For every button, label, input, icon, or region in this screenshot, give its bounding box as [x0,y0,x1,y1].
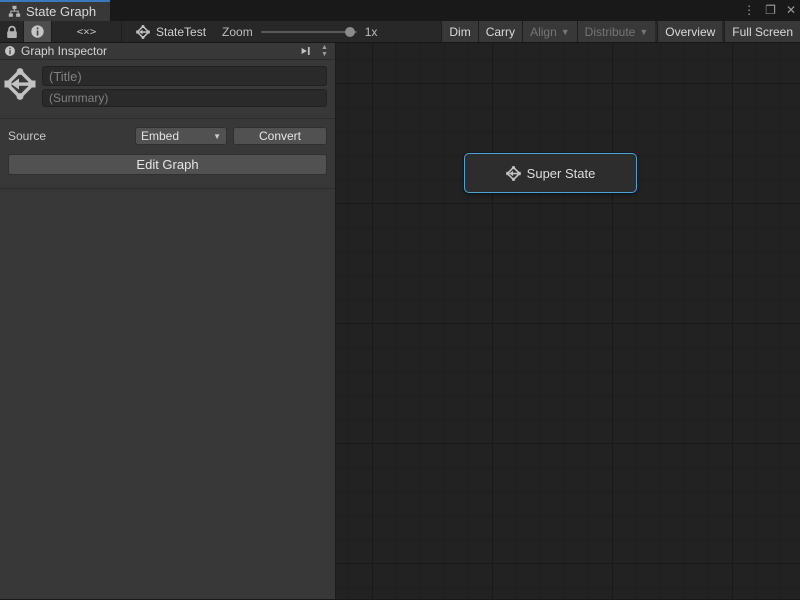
scroll-down-icon[interactable]: ▼ [318,51,331,58]
main-area: Graph Inspector ▲ ▼ Source Embed ▼ Conve… [0,43,800,599]
overview-button[interactable]: Overview [657,21,722,42]
state-icon [506,166,521,181]
state-graph-icon [136,25,150,39]
zoom-slider[interactable] [261,21,357,43]
window-controls: ⋮ ❐ ✕ [743,0,796,21]
zoom-control: Zoom 1x [216,21,383,42]
full-screen-button[interactable]: Full Screen [724,21,800,42]
chevron-down-icon: ▼ [639,27,648,37]
super-state-node[interactable]: Super State [464,153,637,193]
zoom-label: Zoom [222,25,253,39]
full-screen-label: Full Screen [732,25,793,39]
overview-label: Overview [665,25,715,39]
titlebar: State Graph ⋮ ❐ ✕ [0,0,800,21]
distribute-button[interactable]: Distribute ▼ [577,21,656,42]
code-icon: <×> [77,25,97,38]
edit-graph-label: Edit Graph [136,157,198,172]
zoom-value: 1x [365,25,378,39]
close-icon[interactable]: ✕ [786,0,796,21]
graph-inspector-panel: Graph Inspector ▲ ▼ Source Embed ▼ Conve… [0,43,336,599]
align-label: Align [530,25,557,39]
carry-button[interactable]: Carry [478,21,522,42]
graph-meta-section [0,60,335,111]
carry-label: Carry [486,25,515,39]
dim-button[interactable]: Dim [441,21,477,42]
graph-title-input[interactable] [42,66,327,86]
tab-state-graph[interactable]: State Graph [0,0,110,21]
state-graph-icon [4,68,36,100]
chevron-down-icon: ▼ [561,27,570,37]
graph-tab-icon [8,5,21,18]
align-button[interactable]: Align ▼ [522,21,577,42]
distribute-label: Distribute [585,25,636,39]
graph-canvas[interactable]: Super State [336,43,800,599]
lock-button[interactable] [0,21,24,42]
window-menu-icon[interactable]: ⋮ [743,0,755,21]
convert-label: Convert [259,129,301,143]
lock-icon [4,24,20,40]
edit-graph-button[interactable]: Edit Graph [8,154,327,175]
dim-label: Dim [449,25,470,39]
zoom-slider-knob[interactable] [345,27,355,37]
dock-icon[interactable] [299,44,313,58]
code-preview-button[interactable]: <×> [52,21,122,42]
inspector-header: Graph Inspector ▲ ▼ [0,43,335,60]
toolbar: <×> StateTest Zoom 1x Dim Carry Align ▼ … [0,21,800,43]
source-row: Source Embed ▼ Convert [0,119,335,145]
toolbar-spacer [383,21,441,42]
info-icon [30,24,45,39]
tab-label: State Graph [26,4,96,19]
graph-summary-input[interactable] [42,89,327,107]
scroll-up-icon[interactable]: ▲ [318,44,331,51]
source-dropdown-value: Embed [141,129,179,143]
inspector-toggle-button[interactable] [24,21,52,42]
maximize-icon[interactable]: ❐ [765,0,776,21]
source-label: Source [8,129,129,143]
scroll-arrows[interactable]: ▲ ▼ [318,44,331,58]
graph-breadcrumb[interactable]: StateTest [122,21,216,42]
source-dropdown[interactable]: Embed ▼ [135,127,227,145]
divider [0,188,335,189]
node-label: Super State [527,166,596,181]
inspector-title: Graph Inspector [21,44,294,58]
convert-button[interactable]: Convert [233,127,327,145]
chevron-down-icon: ▼ [213,132,221,141]
graph-name: StateTest [156,25,206,39]
zoom-slider-track [261,31,357,33]
info-icon [4,45,16,57]
